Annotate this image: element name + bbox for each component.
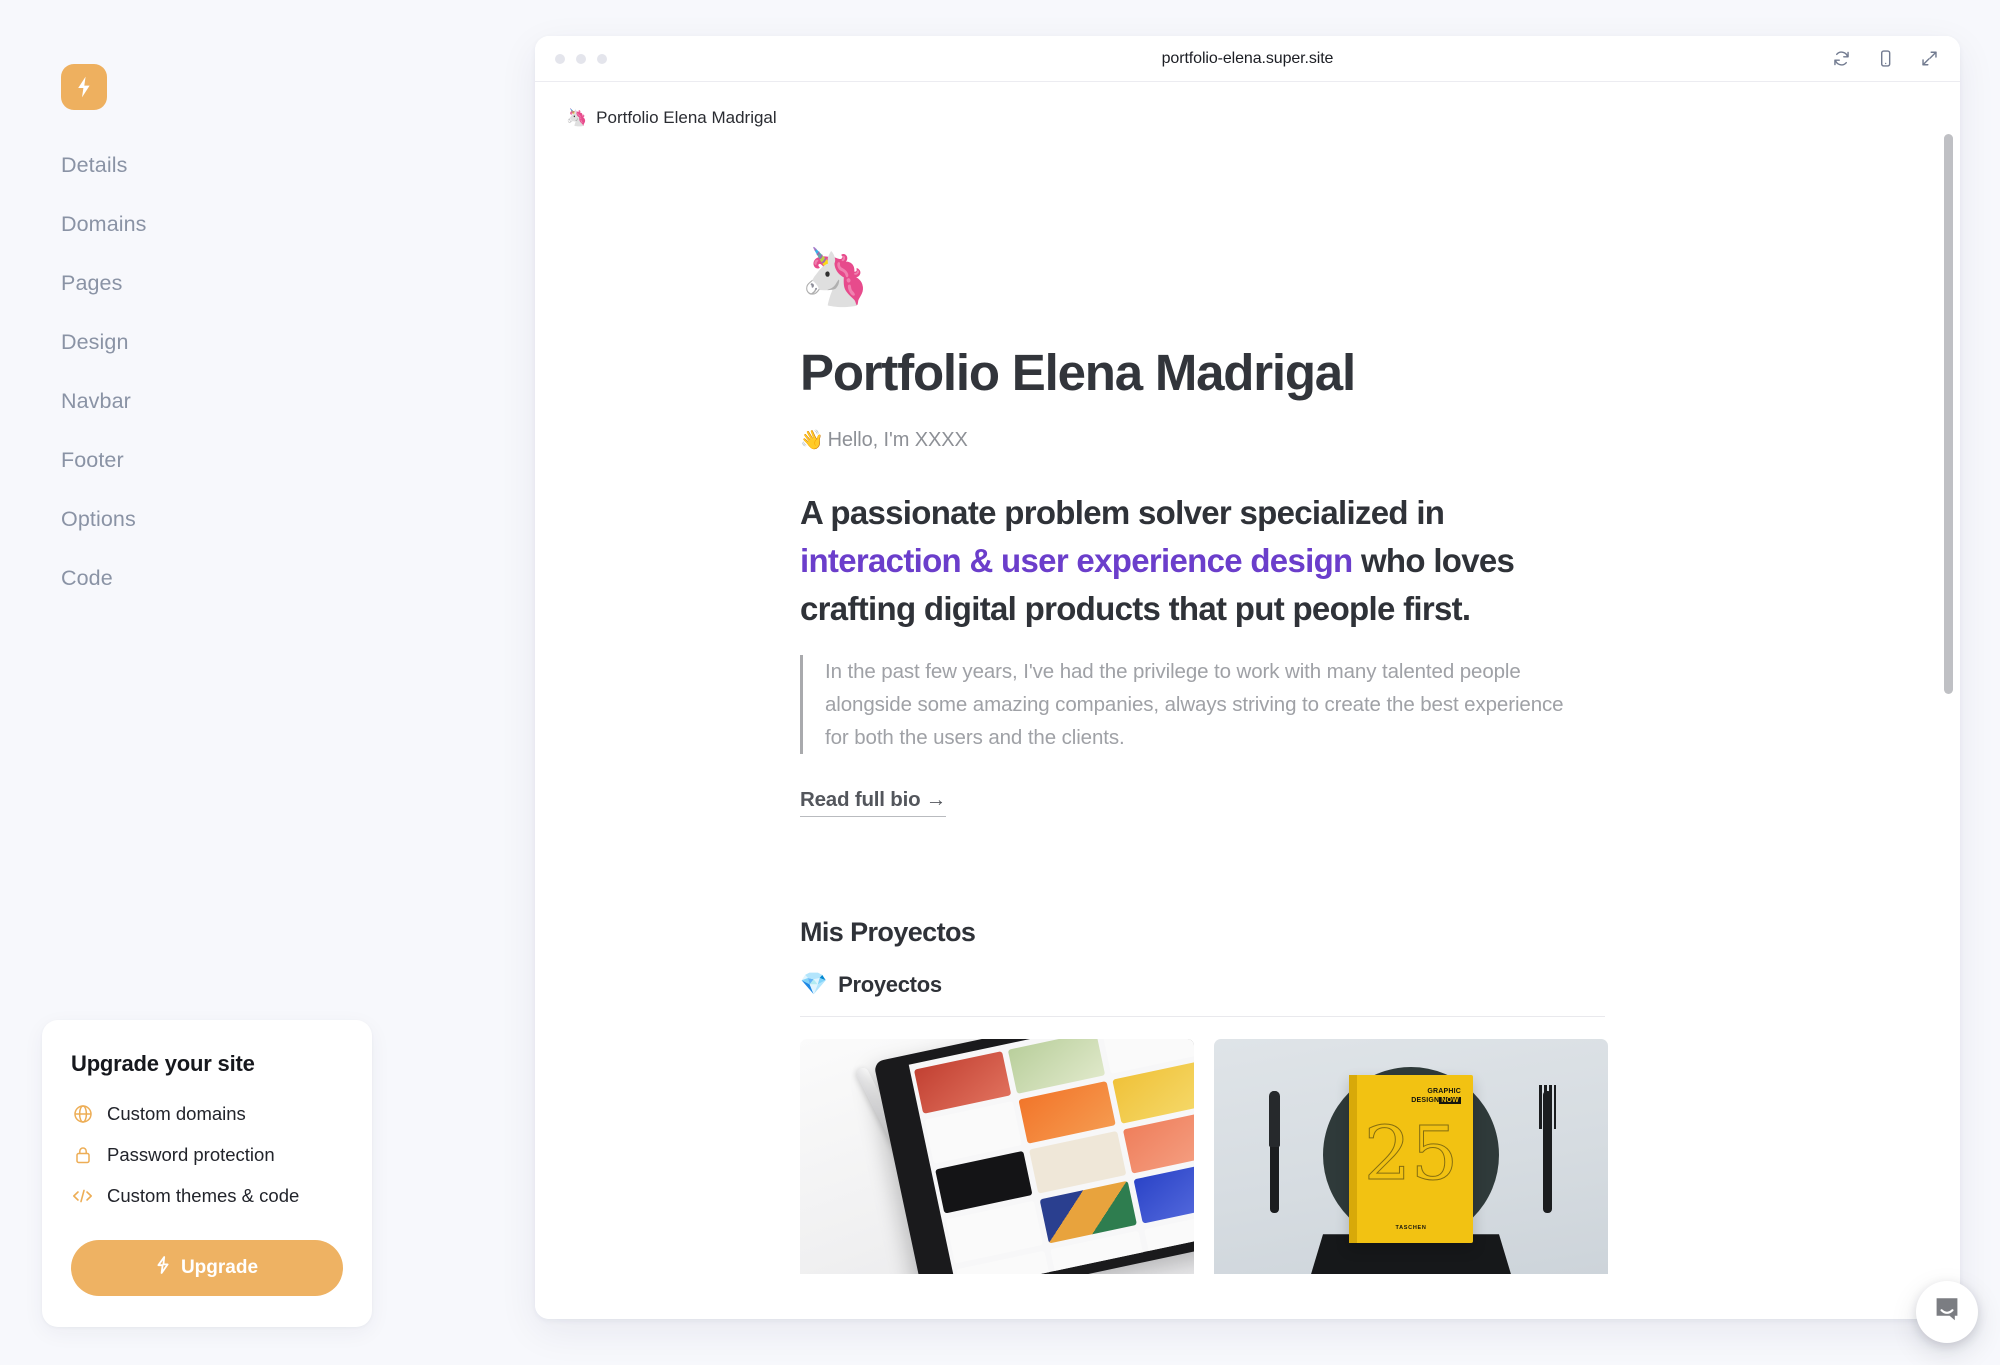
upgrade-feature-label: Password protection (107, 1143, 275, 1165)
sidebar-item-pages[interactable]: Pages (61, 272, 381, 295)
window-controls (555, 53, 607, 64)
globe-icon (71, 1102, 94, 1125)
fork-graphic (1543, 1091, 1552, 1214)
upgrade-feature-password-protection: Password protection (71, 1143, 343, 1166)
window-dot[interactable] (597, 53, 607, 64)
gem-icon: 💎 (800, 972, 828, 998)
expand-icon[interactable] (1918, 48, 1940, 70)
greeting-text: 👋 Hello, I'm XXXX (800, 429, 1585, 452)
intercom-launcher-button[interactable] (1916, 1281, 1978, 1343)
sidebar-item-design[interactable]: Design (61, 331, 381, 354)
book-cover-number: 25 (1363, 1111, 1459, 1198)
site-scrollbar[interactable] (1944, 134, 1953, 1314)
sidebar-item-details[interactable]: Details (61, 154, 381, 177)
upgrade-feature-custom-themes-code: Custom themes & code (71, 1184, 343, 1207)
breadcrumb[interactable]: 🦄 Portfolio Elena Madrigal (535, 82, 777, 128)
mobile-icon[interactable] (1874, 48, 1896, 70)
chat-bubble-icon (1932, 1295, 1962, 1330)
page-title: Portfolio Elena Madrigal (800, 344, 1356, 401)
brand-logo[interactable] (61, 64, 107, 110)
site-viewport: 🦄 Portfolio Elena Madrigal 🦄 Portfolio E… (535, 82, 1960, 1319)
window-dot[interactable] (555, 53, 565, 64)
site-content: 🦄 Portfolio Elena Madrigal 👋 Hello, I'm X… (800, 128, 1608, 1275)
bio-quote: In the past few years, I've had the priv… (800, 654, 1585, 755)
book-title-line-2b: NOW (1439, 1096, 1461, 1104)
code-icon (71, 1184, 94, 1207)
waving-hand-icon: 👋 (800, 429, 824, 452)
sidebar-item-domains[interactable]: Domains (61, 213, 381, 236)
sidebar-nav: Details Domains Pages Design Navbar Foot… (61, 154, 381, 627)
project-grid: GRAPHIC DESIGN NOW 25 TASCHEN (800, 1039, 1608, 1275)
unicorn-icon: 🦄 (566, 107, 588, 128)
project-card-tablet[interactable] (800, 1039, 1194, 1275)
refresh-icon[interactable] (1830, 48, 1852, 70)
book-graphic: GRAPHIC DESIGN NOW 25 TASCHEN (1349, 1075, 1473, 1244)
breadcrumb-label: Portfolio Elena Madrigal (596, 108, 777, 127)
knife-graphic (1269, 1091, 1280, 1214)
browser-actions (1830, 48, 1940, 70)
lead-accent-text: interaction & user experience design (800, 541, 1353, 579)
upgrade-feature-label: Custom domains (107, 1102, 246, 1124)
upgrade-button[interactable]: Upgrade (71, 1240, 343, 1296)
sidebar: Details Domains Pages Design Navbar Foot… (0, 0, 535, 1365)
greeting-label: Hello, I'm XXXX (827, 429, 968, 452)
upgrade-card-title: Upgrade your site (71, 1051, 255, 1076)
window-dot[interactable] (576, 53, 586, 64)
shot-grid-graphic (913, 1039, 1194, 1275)
book-title: GRAPHIC DESIGN NOW (1411, 1088, 1461, 1105)
book-title-line-1: GRAPHIC (1427, 1088, 1461, 1096)
projects-heading: Mis Proyectos (800, 917, 976, 948)
browser-toolbar: portfolio-elena.super.site (535, 36, 1960, 82)
site-scrollbar-thumb[interactable] (1944, 134, 1953, 694)
lead-part-1: A passionate problem solver specialized … (800, 494, 1445, 532)
unicorn-icon: 🦄 (800, 245, 870, 310)
lightning-bolt-icon (156, 1256, 170, 1280)
lock-icon (71, 1143, 94, 1166)
lightning-bolt-icon (75, 76, 93, 98)
sidebar-item-code[interactable]: Code (61, 567, 381, 590)
tablet-graphic (873, 1039, 1194, 1275)
browser-preview-panel: portfolio-elena.super.site 🦄 Portfolio E… (535, 36, 1960, 1319)
book-title-line-2a: DESIGN (1411, 1096, 1440, 1104)
book-publisher: TASCHEN (1395, 1225, 1427, 1232)
upgrade-feature-custom-domains: Custom domains (71, 1102, 343, 1125)
sidebar-item-options[interactable]: Options (61, 508, 381, 531)
projects-subheading-label: Proyectos (838, 972, 942, 998)
lead-paragraph: A passionate problem solver specialized … (800, 489, 1560, 633)
projects-subheading: 💎 Proyectos (800, 972, 1605, 1018)
upgrade-feature-label: Custom themes & code (107, 1184, 300, 1206)
sidebar-item-navbar[interactable]: Navbar (61, 390, 381, 413)
project-card-book[interactable]: GRAPHIC DESIGN NOW 25 TASCHEN (1214, 1039, 1608, 1275)
tablet-screen-graphic (908, 1039, 1194, 1275)
browser-url-label[interactable]: portfolio-elena.super.site (535, 50, 1960, 68)
read-full-bio-link[interactable]: Read full bio → (800, 788, 946, 818)
sidebar-item-footer[interactable]: Footer (61, 449, 381, 472)
upgrade-button-label: Upgrade (180, 1257, 259, 1278)
upgrade-card: Upgrade your site Custom domains Passwor… (42, 1020, 372, 1327)
